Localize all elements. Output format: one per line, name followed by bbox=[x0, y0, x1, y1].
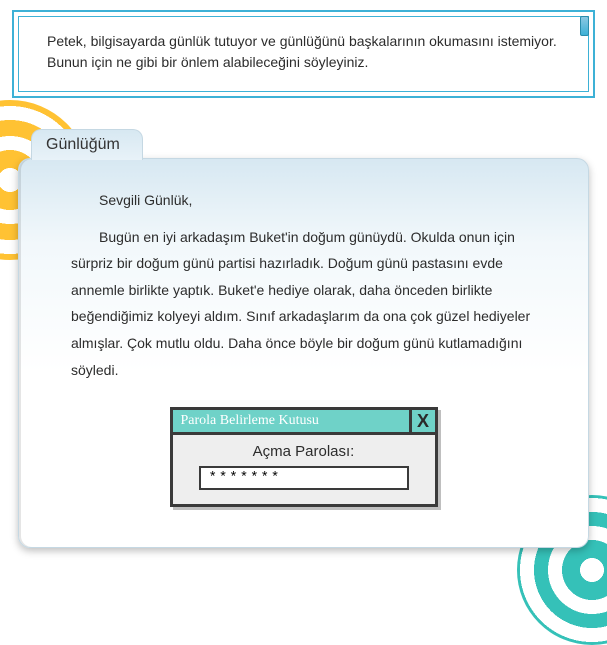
password-dialog: Parola Belirleme Kutusu X Açma Parolası:… bbox=[170, 407, 438, 507]
diary-body: Sevgili Günlük, Bugün en iyi arkadaşım B… bbox=[19, 159, 588, 393]
question-text: Petek, bilgisayarda günlük tutuyor ve gü… bbox=[18, 16, 589, 92]
diary-greeting: Sevgili Günlük, bbox=[71, 187, 546, 214]
scrollbar-thumb[interactable] bbox=[580, 16, 589, 36]
close-icon[interactable]: X bbox=[409, 410, 435, 432]
diary-card: Günlüğüm Sevgili Günlük, Bugün en iyi ar… bbox=[18, 158, 589, 548]
password-dialog-title: Parola Belirleme Kutusu bbox=[173, 410, 409, 432]
question-box: Petek, bilgisayarda günlük tutuyor ve gü… bbox=[12, 10, 595, 98]
diary-tab-label: Günlüğüm bbox=[31, 129, 143, 160]
diary-paragraph: Bugün en iyi arkadaşım Buket'in doğum gü… bbox=[71, 224, 546, 384]
password-dialog-body: Açma Parolası: ******* bbox=[173, 435, 435, 504]
password-field-label: Açma Parolası: bbox=[189, 443, 419, 460]
password-dialog-titlebar: Parola Belirleme Kutusu X bbox=[173, 410, 435, 435]
password-input[interactable]: ******* bbox=[199, 466, 409, 490]
